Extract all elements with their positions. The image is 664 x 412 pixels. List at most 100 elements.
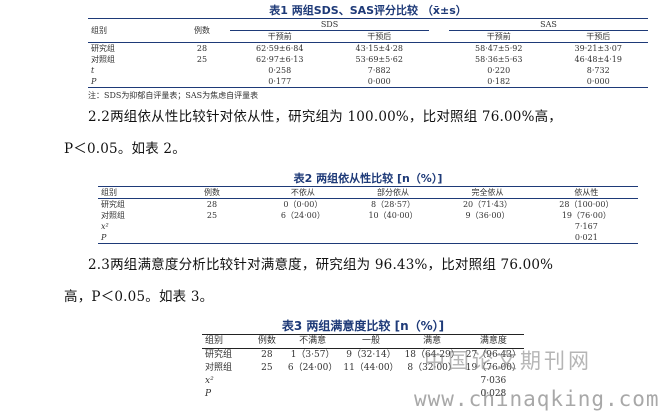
cell: 25 (206, 211, 218, 220)
cell: 9（36·00） (465, 211, 510, 220)
table-row: 研究组 28 0（0·00） 8（28·57） 20（71·43） 28（100… (98, 199, 638, 211)
table-row: P 0·021 (98, 232, 638, 244)
row-label: 研究组 (91, 44, 115, 53)
cell: 10（40·00） (368, 211, 418, 220)
paragraph-compliance-line-1: 2.2两组依从性比较针对依从性，研究组为 100.00%，比对照组 76.00%… (88, 109, 562, 125)
table-row: x² 7·167 (98, 221, 638, 232)
cell (260, 232, 346, 244)
cell: 0·177 (268, 77, 292, 86)
header-cell: 完全依从 (471, 188, 504, 197)
cell (346, 221, 441, 232)
cell: 53·69±5·62 (355, 55, 403, 64)
table-row: 对照组 25 62·97±6·13 53·69±5·62 58·36±5·63 … (88, 54, 648, 65)
table-3-title: 两组满意度比较 (306, 319, 391, 333)
table-row: t 0·258 7·882 0·220 8·732 (88, 65, 648, 76)
table-header-row: 组别 例数 不依从 部分依从 完全依从 依从性 (98, 186, 638, 199)
cell (164, 221, 260, 232)
row-label: P (101, 233, 107, 242)
row-label: 研究组 (101, 200, 125, 209)
header-sas: SAS (449, 18, 648, 31)
table-3-unit: [n（%）] (394, 319, 445, 333)
cell: 20（71·43） (462, 200, 513, 209)
paragraph-satisfaction-line-2: 高，P＜0.05。如表 3。 (64, 289, 214, 305)
header-sds: SDS (230, 18, 429, 31)
cell: 0·021 (574, 233, 598, 242)
row-label: 对照组 (101, 211, 125, 220)
table-1-number: 表1 (269, 4, 288, 17)
row-label: 研究组 (205, 350, 233, 360)
cell: 46·48±4·19 (574, 55, 622, 64)
cell (249, 375, 285, 388)
cell (340, 388, 401, 401)
cell: 0·220 (487, 66, 511, 75)
table-row: 研究组 28 62·59±6·84 43·15±4·28 58·47±5·92 … (88, 43, 648, 55)
watermark-site-name: 中国论文期刊网 (424, 349, 592, 373)
cell: 28 (196, 44, 208, 53)
header-cell: 一般 (361, 336, 380, 346)
table-2-number: 表2 (293, 172, 313, 185)
header-cell: 组别 (205, 336, 224, 346)
table-2: 表2 两组依从性比较 [n（%）] 组别 例数 不依从 部分依从 完全依从 依从… (98, 170, 638, 244)
table-2-title: 两组依从性比较 (316, 172, 394, 185)
cell: 28 (261, 350, 273, 360)
cell: 7·167 (574, 222, 598, 231)
cell: 9（32·14） (346, 350, 396, 360)
table-3-number: 表3 (281, 319, 303, 333)
watermark-url: www.chinaqking.com (414, 387, 660, 411)
header-group: 组别 (91, 26, 107, 35)
cell (346, 232, 441, 244)
row-label: x² (101, 222, 109, 231)
cell: 28（100·00） (559, 200, 614, 209)
cell: 25 (261, 363, 273, 373)
cell: 11（44·00） (343, 363, 399, 373)
cell (440, 221, 535, 232)
cell: 8·732 (586, 66, 610, 75)
cell: 0（0·00） (283, 200, 323, 209)
table-2-grid: 组别 例数 不依从 部分依从 完全依从 依从性 研究组 28 0（0·00） 8… (98, 186, 638, 244)
cell: 0·000 (367, 77, 391, 86)
cell: 58·47±5·92 (475, 44, 523, 53)
table-1-grid: 组别 例数 SDS SAS 干预前 干预后 干预前 干预后 研究组 28 62·… (88, 18, 648, 88)
cell: 0·000 (586, 77, 610, 86)
row-label: t (91, 66, 95, 75)
table-3-caption: 表3 两组满意度比较 [n（%）] (202, 317, 524, 334)
cell (174, 76, 230, 88)
cell: 62·59±6·84 (256, 44, 304, 53)
row-label: P (205, 389, 212, 399)
cell (285, 375, 341, 388)
header-cell: 依从性 (574, 188, 599, 197)
cell: 19（76·00） (561, 211, 611, 220)
paragraph-compliance-line-2: P＜0.05。如表 2。 (64, 141, 186, 157)
header-cases: 例数 (194, 26, 210, 35)
table-1-title: 两组SDS、SAS评分比较 (291, 4, 419, 17)
cell: 25 (196, 55, 208, 64)
cell: 39·21±3·07 (574, 44, 622, 53)
cell: 0·258 (268, 66, 292, 75)
header-cell: 部分依从 (377, 188, 410, 197)
header-sas-after: 干预后 (586, 32, 611, 41)
cell: 7·882 (367, 66, 391, 75)
cell (285, 388, 341, 401)
header-sds-after: 干预后 (367, 32, 392, 41)
table-row: P 0·177 0·000 0·182 0·000 (88, 76, 648, 88)
cell: 6（24·00） (287, 363, 338, 373)
table-1: 表1 两组SDS、SAS评分比较 （x̄±s） 组别 例数 SDS SAS 干预… (88, 2, 648, 101)
row-label: P (91, 77, 97, 86)
row-label: x² (205, 376, 214, 386)
cell (174, 65, 230, 76)
header-cell: 例数 (204, 188, 220, 197)
table-1-unit: （x̄±s） (421, 4, 467, 17)
cell: 6（24·00） (280, 211, 325, 220)
cell (340, 375, 401, 388)
header-cell: 组别 (101, 188, 117, 197)
table-1-caption: 表1 两组SDS、SAS评分比较 （x̄±s） (88, 2, 648, 18)
cell (164, 232, 260, 244)
cell: 58·36±5·63 (475, 55, 523, 64)
table-2-caption: 表2 两组依从性比较 [n（%）] (98, 170, 638, 186)
header-cell: 不满意 (299, 336, 327, 346)
cell: 62·97±6·13 (256, 55, 304, 64)
row-label: 对照组 (205, 363, 233, 373)
table-1-note: 注：SDS为抑郁自评量表；SAS为焦虑自评量表 (88, 91, 259, 100)
cell: 1（3·57） (290, 350, 335, 360)
cell: 28 (206, 200, 218, 209)
